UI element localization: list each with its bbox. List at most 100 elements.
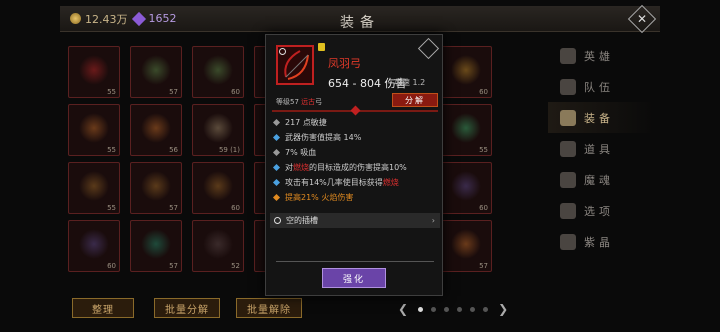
helmet-icon <box>79 113 109 143</box>
rarity-text: 远古 <box>301 98 316 106</box>
stat-bullet-icon <box>272 118 281 127</box>
page-dot[interactable] <box>418 306 424 312</box>
slot-level: 59 (1) <box>218 146 240 154</box>
category-sidebar: 英雄队伍装备道具魔魂选项紫晶 <box>548 40 654 257</box>
slot-level: 55 <box>107 204 116 212</box>
sidebar-item-label: 紫晶 <box>584 235 614 249</box>
slot-level: 56 <box>169 146 178 154</box>
inventory-slot[interactable]: 60 <box>440 46 492 98</box>
book-icon <box>79 229 109 259</box>
belt-icon <box>79 171 109 201</box>
item-level: 等级57 远古弓 <box>276 97 322 107</box>
flame-icon <box>560 171 576 188</box>
inventory-slot[interactable]: 60 <box>192 162 244 214</box>
slot-level: 57 <box>169 88 178 96</box>
inventory-slot[interactable]: 60 <box>440 162 492 214</box>
sidebar-item-label: 装备 <box>584 111 614 125</box>
stat-text: 7% 吸血 <box>285 148 317 157</box>
sidebar-item[interactable]: 装备 <box>548 102 654 133</box>
divider-gem-icon <box>350 105 361 116</box>
dagger-icon <box>203 55 233 85</box>
sidebar-item[interactable]: 魔魂 <box>548 164 654 195</box>
stat-text: 217 点敏捷 <box>285 118 327 127</box>
sidebar-item[interactable]: 队伍 <box>548 71 654 102</box>
armor-icon <box>560 109 576 126</box>
sidebar-item-label: 魔魂 <box>584 173 614 187</box>
page-dot[interactable] <box>444 306 450 312</box>
page-dot[interactable] <box>457 306 463 312</box>
bulk-decompose-button[interactable]: 批量分解 <box>154 298 220 318</box>
stat-line: 对燃烧 的目标造成的伤害提高10% <box>270 160 440 175</box>
bow-icon <box>79 55 109 85</box>
inventory-slot[interactable]: 59 (1) <box>192 104 244 156</box>
inventory-slot[interactable]: 55 <box>440 104 492 156</box>
sidebar-item-label: 道具 <box>584 142 614 156</box>
slot-level: 55 <box>107 88 116 96</box>
inventory-slot[interactable]: 55 <box>68 162 120 214</box>
inventory-slot[interactable]: 57 <box>440 220 492 272</box>
inventory-slot[interactable]: 60 <box>192 46 244 98</box>
potion-icon <box>560 140 576 157</box>
inventory-slot[interactable]: 57 <box>130 162 182 214</box>
inventory-slot[interactable]: 55 <box>68 46 120 98</box>
next-page-arrow[interactable]: ❯ <box>498 302 508 316</box>
book-icon <box>451 171 481 201</box>
organize-button[interactable]: 整理 <box>72 298 134 318</box>
item-tooltip-popup: 凤羽弓 654 - 804 伤害 攻速 1.2 等级57 远古弓 分解 217 … <box>265 34 443 296</box>
slot-level: 60 <box>107 262 116 270</box>
sidebar-item-label: 选项 <box>584 204 614 218</box>
belt-icon <box>203 171 233 201</box>
page-dot[interactable] <box>483 306 489 312</box>
slot-level: 60 <box>231 204 240 212</box>
stat-bullet-icon <box>272 163 281 172</box>
helmet-icon <box>141 113 171 143</box>
stat-bullet-icon <box>272 133 281 142</box>
inventory-slot[interactable]: 57 <box>130 46 182 98</box>
inventory-slot[interactable]: 52 <box>192 220 244 272</box>
slot-level: 55 <box>107 146 116 154</box>
page-indicator: ❮ ❯ <box>392 302 514 316</box>
stat-bullet-icon <box>272 193 281 202</box>
sidebar-item[interactable]: 紫晶 <box>548 226 654 257</box>
stat-text: 武器伤害值提高 14% <box>285 133 362 142</box>
bulk-unequip-button[interactable]: 批量解除 <box>236 298 302 318</box>
decompose-button[interactable]: 分解 <box>392 93 438 107</box>
inventory-slot[interactable]: 57 <box>130 220 182 272</box>
stat-line: 7% 吸血 <box>270 145 440 160</box>
helmet-icon <box>451 229 481 259</box>
sidebar-item-label: 队伍 <box>584 80 614 94</box>
chevron-right-icon: › <box>431 216 435 225</box>
item-portrait <box>276 43 325 85</box>
page-dot[interactable] <box>470 306 476 312</box>
slot-level: 52 <box>231 262 240 270</box>
belt-icon <box>141 171 171 201</box>
orb-icon <box>203 229 233 259</box>
stat-bullet-icon <box>272 148 281 157</box>
prev-page-arrow[interactable]: ❮ <box>398 302 408 316</box>
inventory-slot[interactable]: 56 <box>130 104 182 156</box>
inventory-slot[interactable]: 55 <box>68 104 120 156</box>
slot-level: 60 <box>479 88 488 96</box>
bow-icon <box>284 50 309 80</box>
crystal-icon <box>560 233 576 250</box>
stats-list: 217 点敏捷武器伤害值提高 14% 7% 吸血对燃烧 的目标造成的伤害提高10% 攻… <box>270 115 440 205</box>
sidebar-item[interactable]: 道具 <box>548 133 654 164</box>
sidebar-item[interactable]: 英雄 <box>548 40 654 71</box>
stat-bullet-icon <box>272 178 281 187</box>
empty-socket-row[interactable]: 空的插槽 › <box>270 213 440 228</box>
socket-label: 空的插槽 <box>286 216 318 225</box>
popup-close-button[interactable] <box>417 37 440 60</box>
page-dot[interactable] <box>431 306 437 312</box>
strengthen-button[interactable]: 强化 <box>322 268 386 288</box>
hero-icon <box>560 47 576 64</box>
stat-text: 攻击有14%几率使目标获得 <box>285 178 383 187</box>
slot-level: 60 <box>231 88 240 96</box>
inventory-slot[interactable]: 60 <box>68 220 120 272</box>
socket-circle-icon <box>274 217 281 224</box>
slot-level: 60 <box>479 204 488 212</box>
page-title: 装备 <box>340 15 380 31</box>
lock-icon[interactable] <box>318 43 325 51</box>
sidebar-item[interactable]: 选项 <box>548 195 654 226</box>
team-flag-icon <box>560 78 576 95</box>
cloak-icon <box>141 229 171 259</box>
